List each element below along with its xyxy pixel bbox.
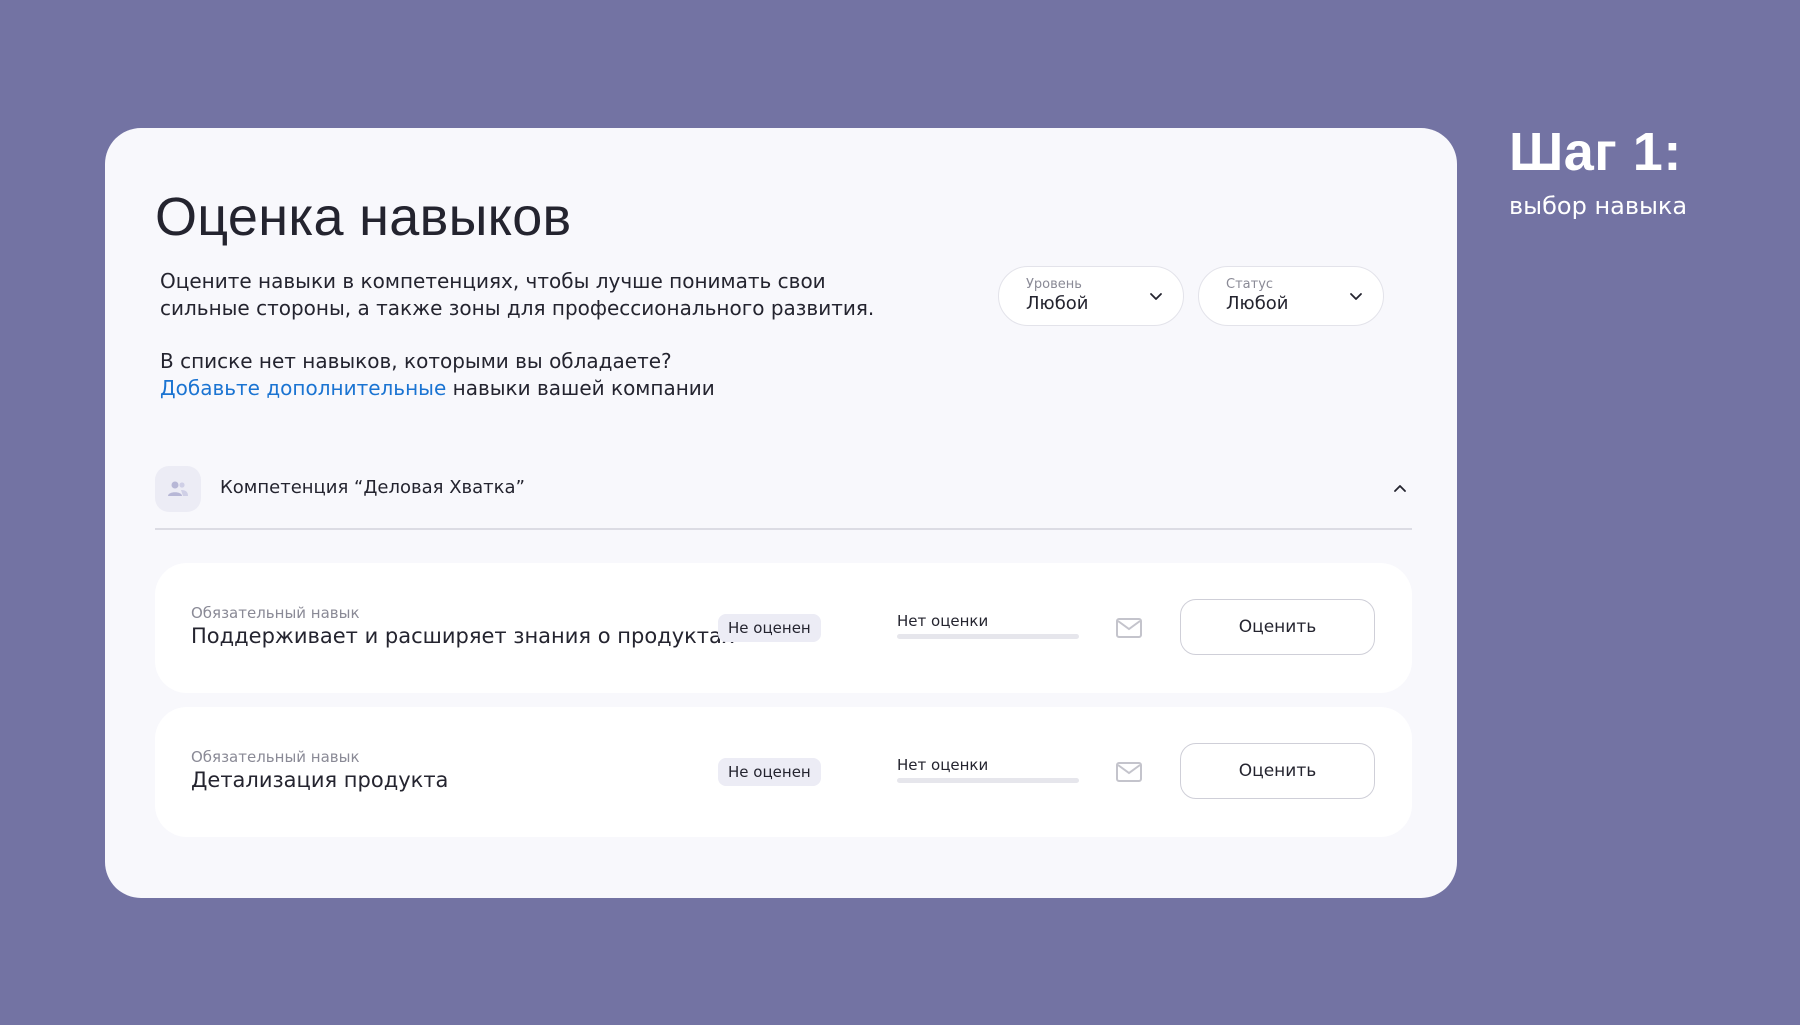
skill-name: Поддерживает и расширяет знания о продук… xyxy=(191,624,735,648)
step-title: Шаг 1: xyxy=(1509,122,1682,182)
skill-row: Обязательный навык Детализация продукта … xyxy=(155,707,1412,837)
chevron-down-icon xyxy=(1150,293,1162,300)
competency-header[interactable]: Компетенция “Деловая Хватка” xyxy=(155,466,1412,530)
add-skills-hint: В списке нет навыков, которыми вы облада… xyxy=(160,348,920,402)
level-filter[interactable]: Уровень Любой xyxy=(998,266,1184,326)
status-badge: Не оценен xyxy=(718,758,821,786)
add-skills-suffix: навыки вашей компании xyxy=(446,376,715,400)
rating-bar xyxy=(897,778,1079,783)
status-badge: Не оценен xyxy=(718,614,821,642)
intro-text: Оцените навыки в компетенциях, чтобы луч… xyxy=(160,269,875,320)
chevron-down-icon xyxy=(1350,293,1362,300)
rating-bar xyxy=(897,634,1079,639)
question-text: В списке нет навыков, которыми вы облада… xyxy=(160,349,672,373)
mail-icon[interactable] xyxy=(1115,617,1143,639)
skill-name: Детализация продукта xyxy=(191,768,449,792)
status-filter[interactable]: Статус Любой xyxy=(1198,266,1384,326)
mail-icon[interactable] xyxy=(1115,761,1143,783)
rating-label: Нет оценки xyxy=(897,756,989,774)
skill-kind: Обязательный навык xyxy=(191,604,360,622)
skill-kind: Обязательный навык xyxy=(191,748,360,766)
page-title: Оценка навыков xyxy=(155,187,572,247)
competency-title: Компетенция “Деловая Хватка” xyxy=(220,477,525,498)
rate-button[interactable]: Оценить xyxy=(1180,743,1375,799)
skills-card: Оценка навыков Оцените навыки в компетен… xyxy=(105,128,1457,898)
chevron-up-icon[interactable] xyxy=(1393,482,1407,496)
step-subtitle: выбор навыка xyxy=(1509,192,1688,220)
skill-row: Обязательный навык Поддерживает и расшир… xyxy=(155,563,1412,693)
add-skills-link[interactable]: Добавьте дополнительные xyxy=(160,376,446,400)
rate-button[interactable]: Оценить xyxy=(1180,599,1375,655)
rating-label: Нет оценки xyxy=(897,612,989,630)
people-icon xyxy=(155,466,201,512)
step-caption: Шаг 1: выбор навыка xyxy=(1509,120,1687,220)
